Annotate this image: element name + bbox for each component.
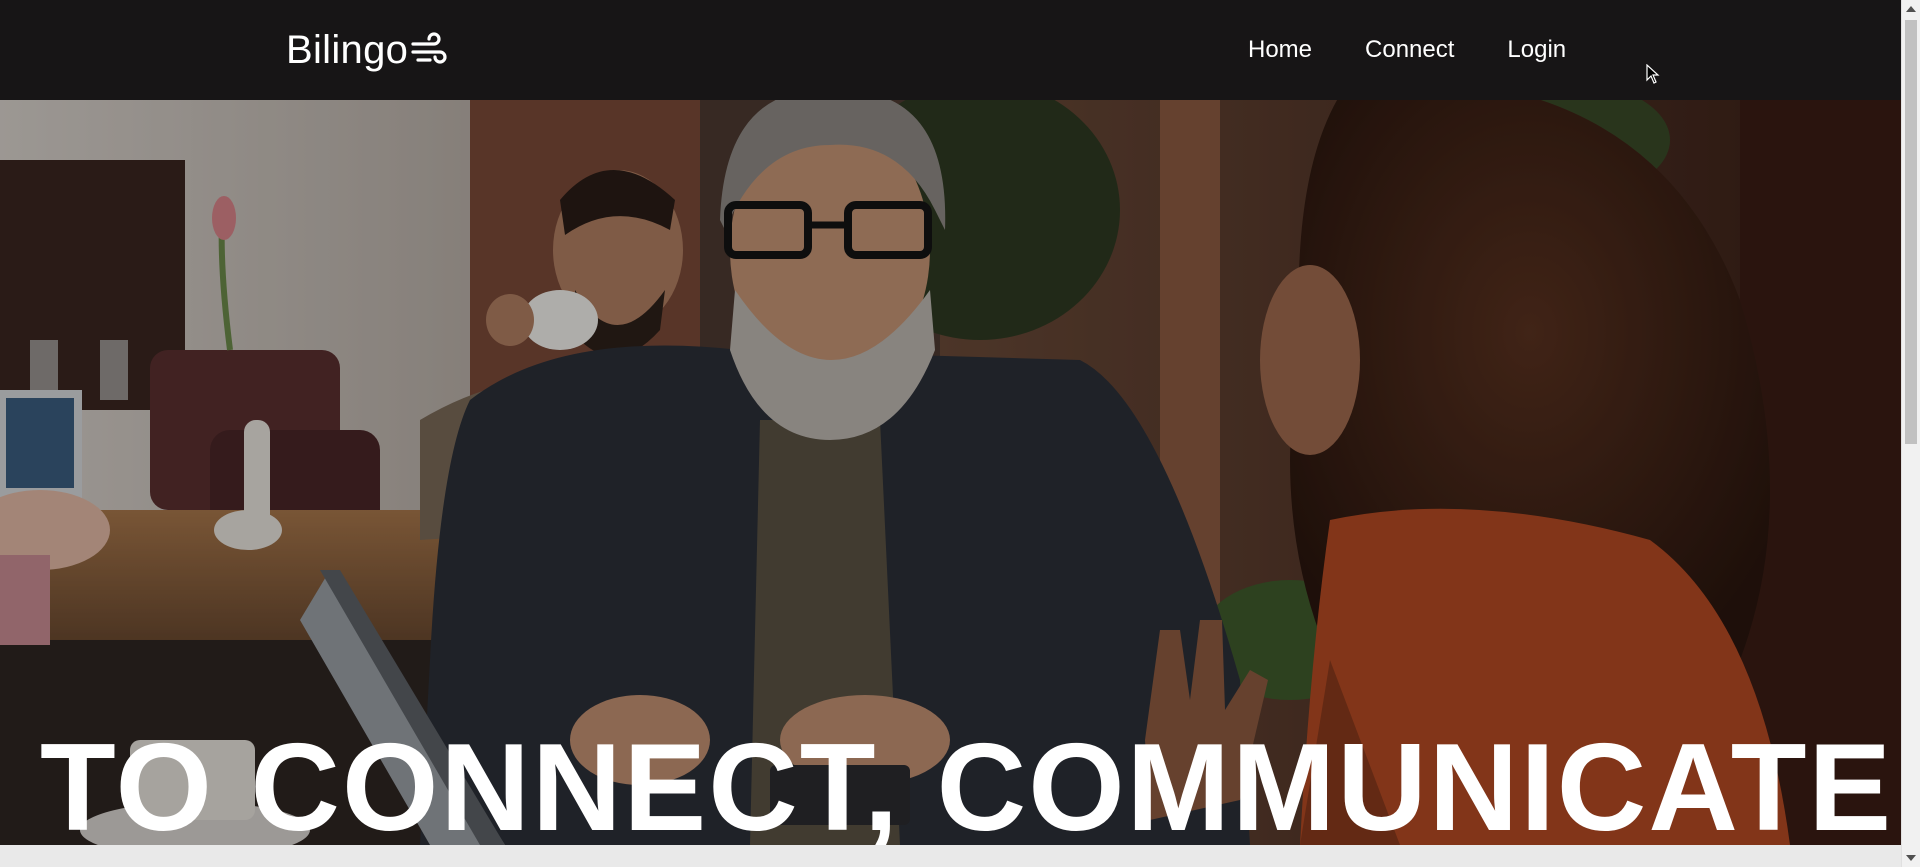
content-section-edge xyxy=(0,845,1901,867)
wind-icon xyxy=(411,32,447,64)
mouse-cursor-icon xyxy=(1646,64,1660,84)
nav-link-home[interactable]: Home xyxy=(1248,34,1312,66)
page-scrollbar[interactable] xyxy=(1901,0,1920,867)
brand-logo[interactable]: Bilingo xyxy=(286,26,448,74)
scrollbar-thumb[interactable] xyxy=(1905,20,1917,444)
brand-name: Bilingo xyxy=(286,28,409,72)
scroll-down-arrow-icon[interactable] xyxy=(1906,855,1916,861)
scroll-up-arrow-icon[interactable] xyxy=(1906,6,1916,12)
page: Bilingo Home Connect Login TO CONNECT, C… xyxy=(0,0,1901,867)
main-nav: Home Connect Login xyxy=(1248,34,1566,66)
top-navbar: Bilingo Home Connect Login xyxy=(0,0,1901,100)
hero-banner: TO CONNECT, COMMUNICATE xyxy=(0,100,1901,845)
nav-link-connect[interactable]: Connect xyxy=(1365,34,1454,66)
nav-link-login[interactable]: Login xyxy=(1507,34,1566,66)
hero-headline: TO CONNECT, COMMUNICATE xyxy=(40,719,1894,845)
